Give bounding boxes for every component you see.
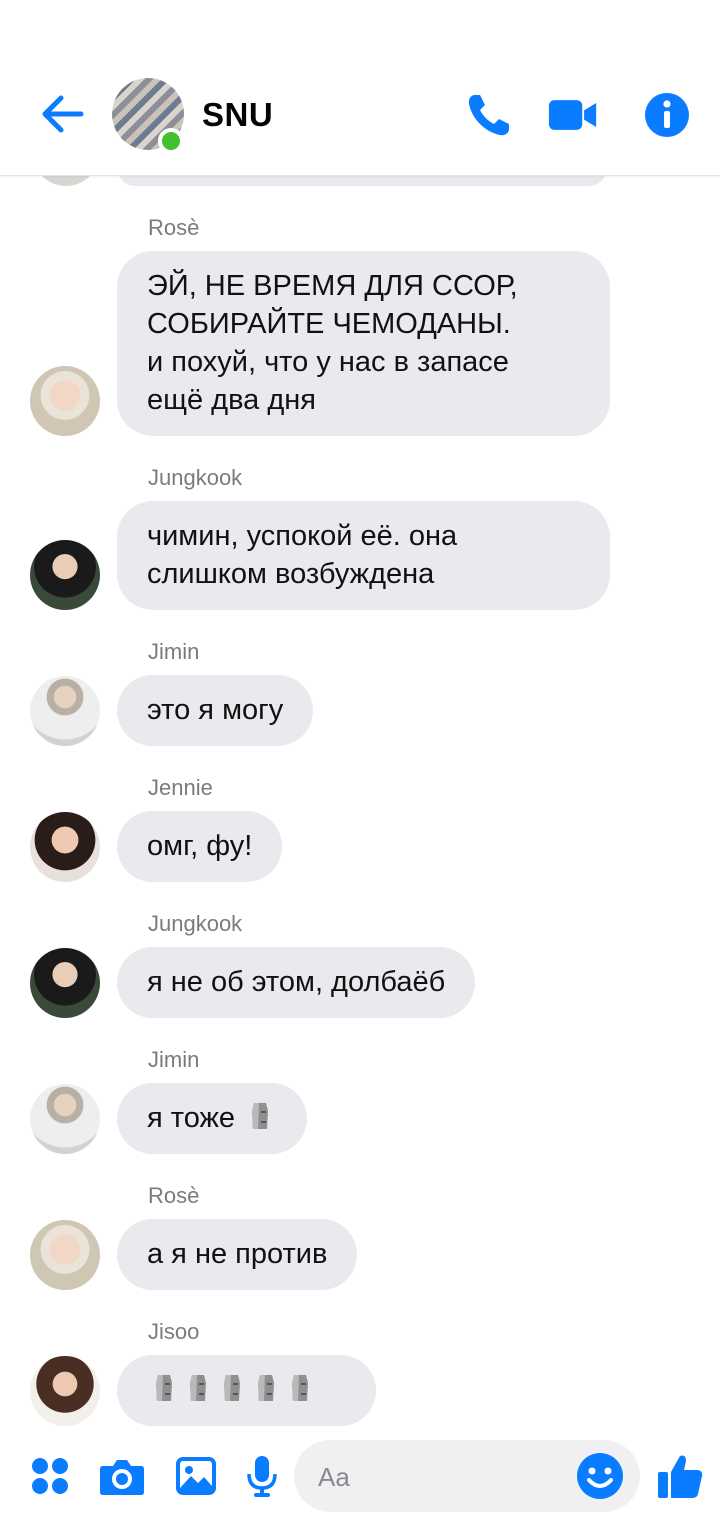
sender-name: Jungkook: [148, 911, 243, 936]
camera-icon[interactable]: [96, 1450, 148, 1502]
thumbs-up-icon[interactable]: [654, 1450, 706, 1502]
phone-icon[interactable]: [464, 90, 514, 140]
chat-header: SNU: [0, 0, 720, 176]
microphone-icon[interactable]: [236, 1450, 288, 1502]
avatar[interactable]: [30, 1356, 100, 1426]
info-icon[interactable]: [642, 90, 692, 140]
gallery-icon[interactable]: [170, 1450, 222, 1502]
emoji-icon[interactable]: [574, 1450, 626, 1502]
avatar[interactable]: [30, 676, 100, 746]
message-bubble[interactable]: я тоже: [117, 1083, 308, 1154]
message-line: ещё два дня: [147, 384, 317, 416]
online-status-dot: [158, 128, 184, 154]
message-line: СОБИРАЙТЕ ЧЕМОДАНЫ.: [147, 308, 511, 340]
message-line: слишком возбуждена: [147, 558, 435, 590]
avatar[interactable]: [30, 948, 100, 1018]
avatar[interactable]: [30, 1220, 100, 1290]
moai-emoji: [292, 1375, 308, 1401]
message-line: это я могу: [147, 694, 284, 726]
message-bubble[interactable]: я не об этом, долбаёб: [117, 947, 476, 1018]
avatar[interactable]: [30, 1084, 100, 1154]
message-line: ЭЙ, НЕ ВРЕМЯ ДЛЯ ССОР,: [147, 270, 518, 302]
message-line: я не об этом, долбаёб: [147, 966, 446, 998]
message-line: а я не против: [147, 1238, 328, 1270]
avatar[interactable]: [30, 812, 100, 882]
message-line: и похуй, что у нас в запасе: [147, 346, 509, 378]
message-line: омг, фу!: [147, 830, 253, 862]
moai-emoji: [156, 1375, 172, 1401]
message-bubble[interactable]: ЭЙ, НЕ ВРЕМЯ ДЛЯ ССОР, СОБИРАЙТЕ ЧЕМОДАН…: [117, 251, 610, 436]
sender-name: Rosè: [148, 1183, 200, 1208]
moai-emoji: [258, 1375, 274, 1401]
avatar[interactable]: [30, 540, 100, 610]
message-input-placeholder: Aa: [318, 1462, 350, 1492]
moai-emoji: [252, 1103, 269, 1129]
sender-name: Rosè: [148, 215, 200, 240]
apps-icon[interactable]: [24, 1450, 76, 1502]
message-bubble[interactable]: омг, фу!: [117, 811, 283, 882]
composer-bar: Aa: [0, 1432, 720, 1520]
message-bubble[interactable]: чимин, успокой её. она слишком возбужден…: [117, 501, 610, 610]
moai-emoji: [190, 1375, 206, 1401]
chat-title[interactable]: SNU: [202, 96, 273, 134]
sender-name: Jimin: [148, 639, 200, 664]
sender-name: Jisoo: [148, 1319, 200, 1344]
message-bubble[interactable]: а я не против: [117, 1219, 358, 1290]
video-camera-icon[interactable]: [548, 90, 598, 140]
message-bubble[interactable]: [117, 1355, 376, 1426]
back-arrow-icon[interactable]: [38, 90, 86, 138]
sender-name: Jimin: [148, 1047, 200, 1072]
message-line: я тоже: [147, 1102, 236, 1134]
sender-name: Jennie: [148, 775, 213, 800]
avatar[interactable]: [30, 366, 100, 436]
moai-emoji: [224, 1375, 240, 1401]
message-line: чимин, успокой её. она: [147, 520, 458, 552]
message-bubble[interactable]: это я могу: [117, 675, 314, 746]
sender-name: Jungkook: [148, 465, 243, 490]
